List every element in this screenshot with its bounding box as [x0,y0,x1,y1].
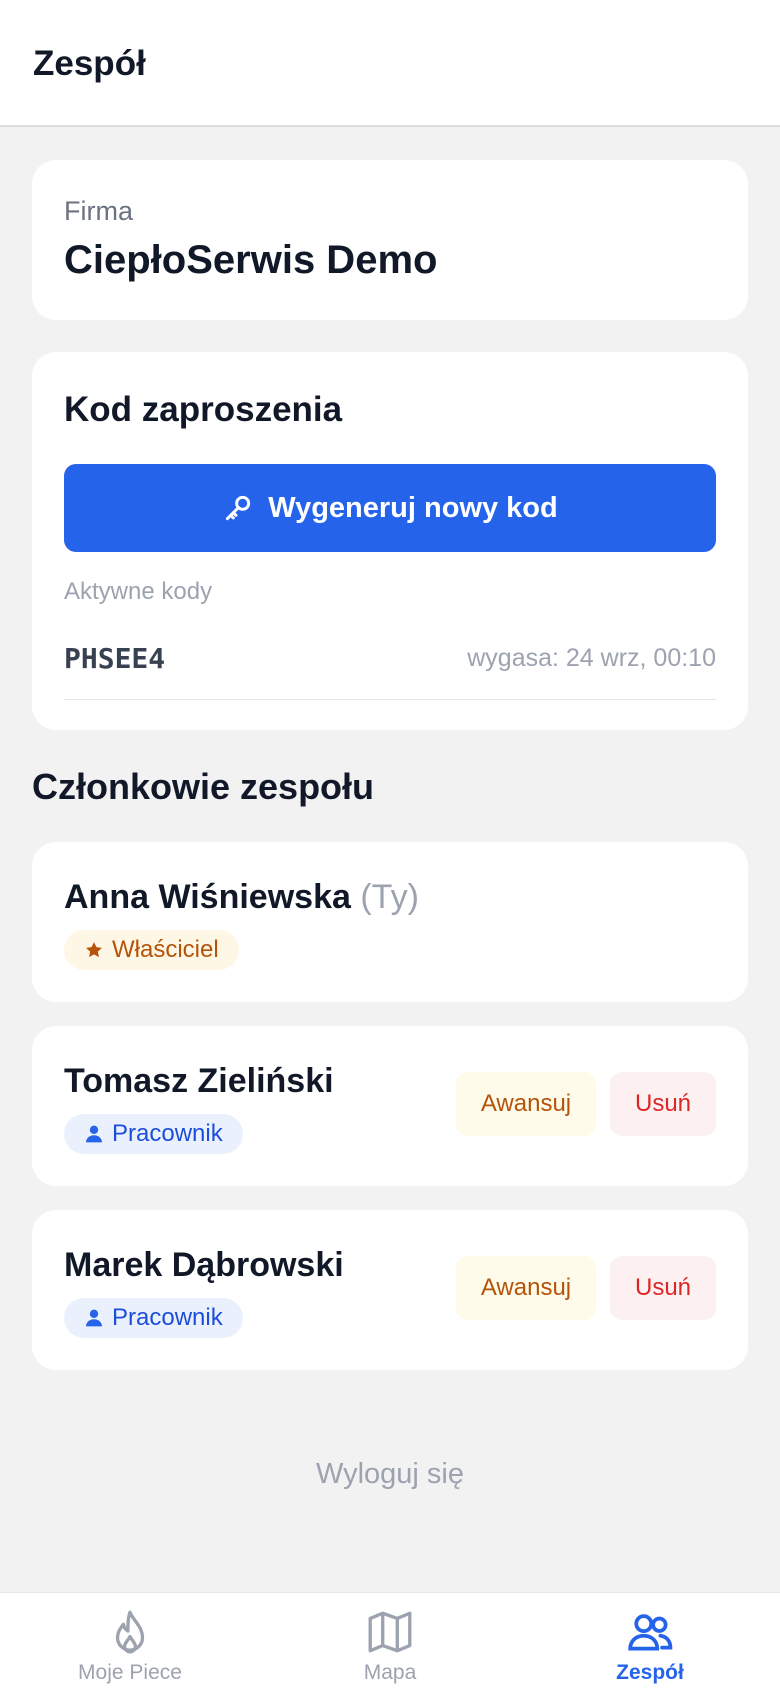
map-icon [368,1611,412,1653]
key-icon [226,495,251,521]
owner-badge: Właściciel [64,930,239,970]
invite-title: Kod zaproszenia [64,390,343,429]
member-name: Tomasz Zieliński [64,1062,334,1100]
member-name: Marek Dąbrowski [64,1246,344,1284]
invite-code: PHSEE4 [64,642,166,675]
generate-code-button[interactable]: Wygeneruj nowy kod [64,464,716,552]
member-card: Marek Dąbrowski Pracownik Awansuj Usuń [32,1210,748,1370]
member-name-text: Anna Wiśniewska [64,878,351,916]
bottom-tab-bar: Moje Piece Mapa Zespół [0,1592,780,1688]
role-label: Pracownik [112,1304,223,1331]
remove-button[interactable]: Usuń [610,1256,716,1320]
tab-label: Zespół [616,1661,684,1684]
worker-badge: Pracownik [64,1298,243,1338]
tab-label: Mapa [363,1661,417,1684]
you-tag: (Ty) [360,878,419,916]
logout-link[interactable]: Wyloguj się [0,1458,780,1491]
app-header: Zespół [0,0,780,127]
tab-mapa[interactable]: Mapa [260,1593,520,1688]
person-icon [86,1309,102,1327]
promote-button[interactable]: Awansuj [456,1072,596,1136]
role-label: Właściciel [112,936,219,963]
person-icon [86,1125,102,1143]
remove-button[interactable]: Usuń [610,1072,716,1136]
role-label: Pracownik [112,1120,223,1147]
invite-code-card: Kod zaproszenia Wygeneruj nowy kod Aktyw… [32,352,748,730]
tab-moje-piece[interactable]: Moje Piece [0,1593,260,1688]
company-label: Firma [64,196,133,226]
active-code-row: PHSEE4 wygasa: 24 wrz, 00:10 [64,622,716,700]
active-codes-label: Aktywne kody [64,578,213,605]
company-card: Firma CiepłoSerwis Demo [32,160,748,320]
promote-button[interactable]: Awansuj [456,1256,596,1320]
star-icon [86,942,102,958]
generate-code-label: Wygeneruj nowy kod [268,491,558,524]
worker-badge: Pracownik [64,1114,243,1154]
tab-label: Moje Piece [78,1661,182,1684]
company-name: CiepłoSerwis Demo [64,238,438,282]
team-icon [628,1614,673,1651]
code-expiry: wygasa: 24 wrz, 00:10 [467,644,716,672]
tab-zespol[interactable]: Zespół [520,1593,780,1688]
member-card: Tomasz Zieliński Pracownik Awansuj Usuń [32,1026,748,1186]
member-card: Anna Wiśniewska (Ty) Właściciel [32,842,748,1002]
member-name: Anna Wiśniewska (Ty) [64,878,419,917]
flame-icon [115,1610,145,1654]
members-section-title: Członkowie zespołu [32,766,375,807]
page-title: Zespół [33,44,146,83]
